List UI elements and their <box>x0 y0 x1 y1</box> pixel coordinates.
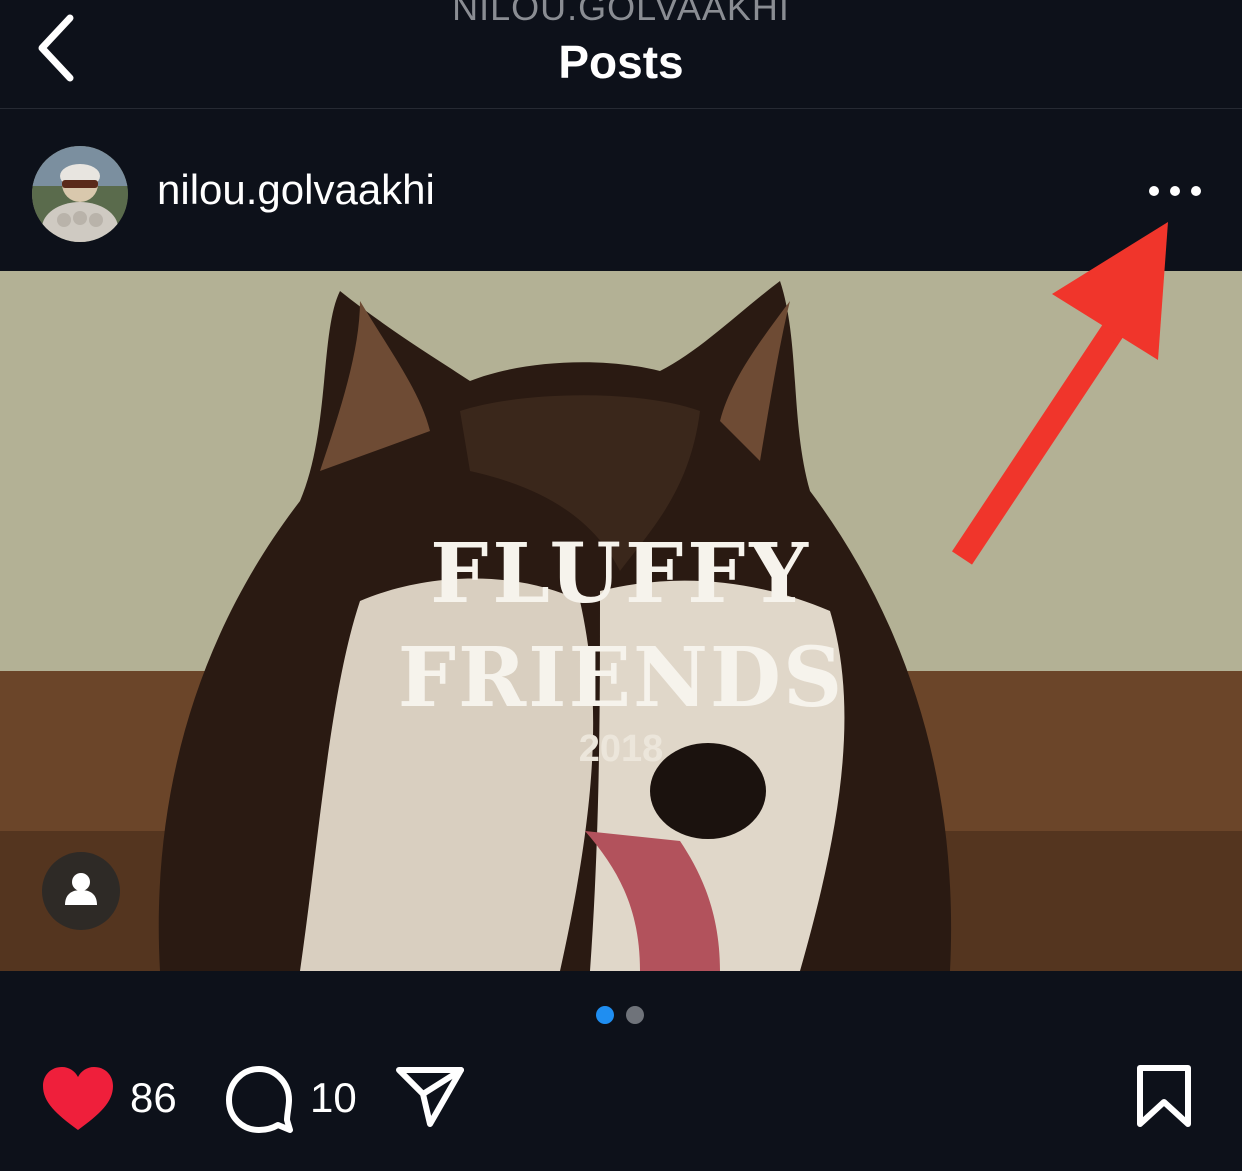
post-username[interactable]: nilou.golvaakhi <box>157 166 435 214</box>
avatar-photo <box>32 146 128 242</box>
comment-button[interactable] <box>224 1064 294 1134</box>
like-button[interactable] <box>40 1064 116 1134</box>
more-options-button[interactable] <box>1140 168 1210 216</box>
avatar[interactable] <box>32 146 128 242</box>
page-title: Posts <box>558 36 684 88</box>
post-media[interactable]: FLUFFY FRIENDS 2018 <box>0 271 1242 971</box>
heart-icon <box>43 1067 113 1130</box>
tagged-people-button[interactable] <box>42 852 120 930</box>
post-header: nilou.golvaakhi <box>0 110 1242 270</box>
share-button[interactable] <box>394 1064 466 1130</box>
navigation-header: NILOU.GOLVAAKHI Posts <box>0 0 1242 109</box>
media-title-line1: FLUFFY <box>430 526 812 622</box>
comment-icon <box>226 1066 293 1133</box>
more-horizontal-icon <box>1149 186 1201 196</box>
post-actions: 86 10 <box>0 1050 1242 1150</box>
media-year: 2018 <box>578 728 664 770</box>
profile-username-header: NILOU.GOLVAAKHI <box>452 0 790 28</box>
carousel-indicator <box>596 1006 656 1026</box>
save-button[interactable] <box>1134 1064 1194 1130</box>
comment-count[interactable]: 10 <box>310 1074 357 1122</box>
carousel-dot-active <box>596 1006 614 1024</box>
send-icon <box>396 1067 464 1127</box>
person-tag-icon <box>65 873 97 905</box>
media-title-line2: FRIENDS <box>397 630 845 726</box>
like-count[interactable]: 86 <box>130 1074 177 1122</box>
carousel-dot <box>626 1006 644 1024</box>
bookmark-icon <box>1137 1065 1191 1127</box>
